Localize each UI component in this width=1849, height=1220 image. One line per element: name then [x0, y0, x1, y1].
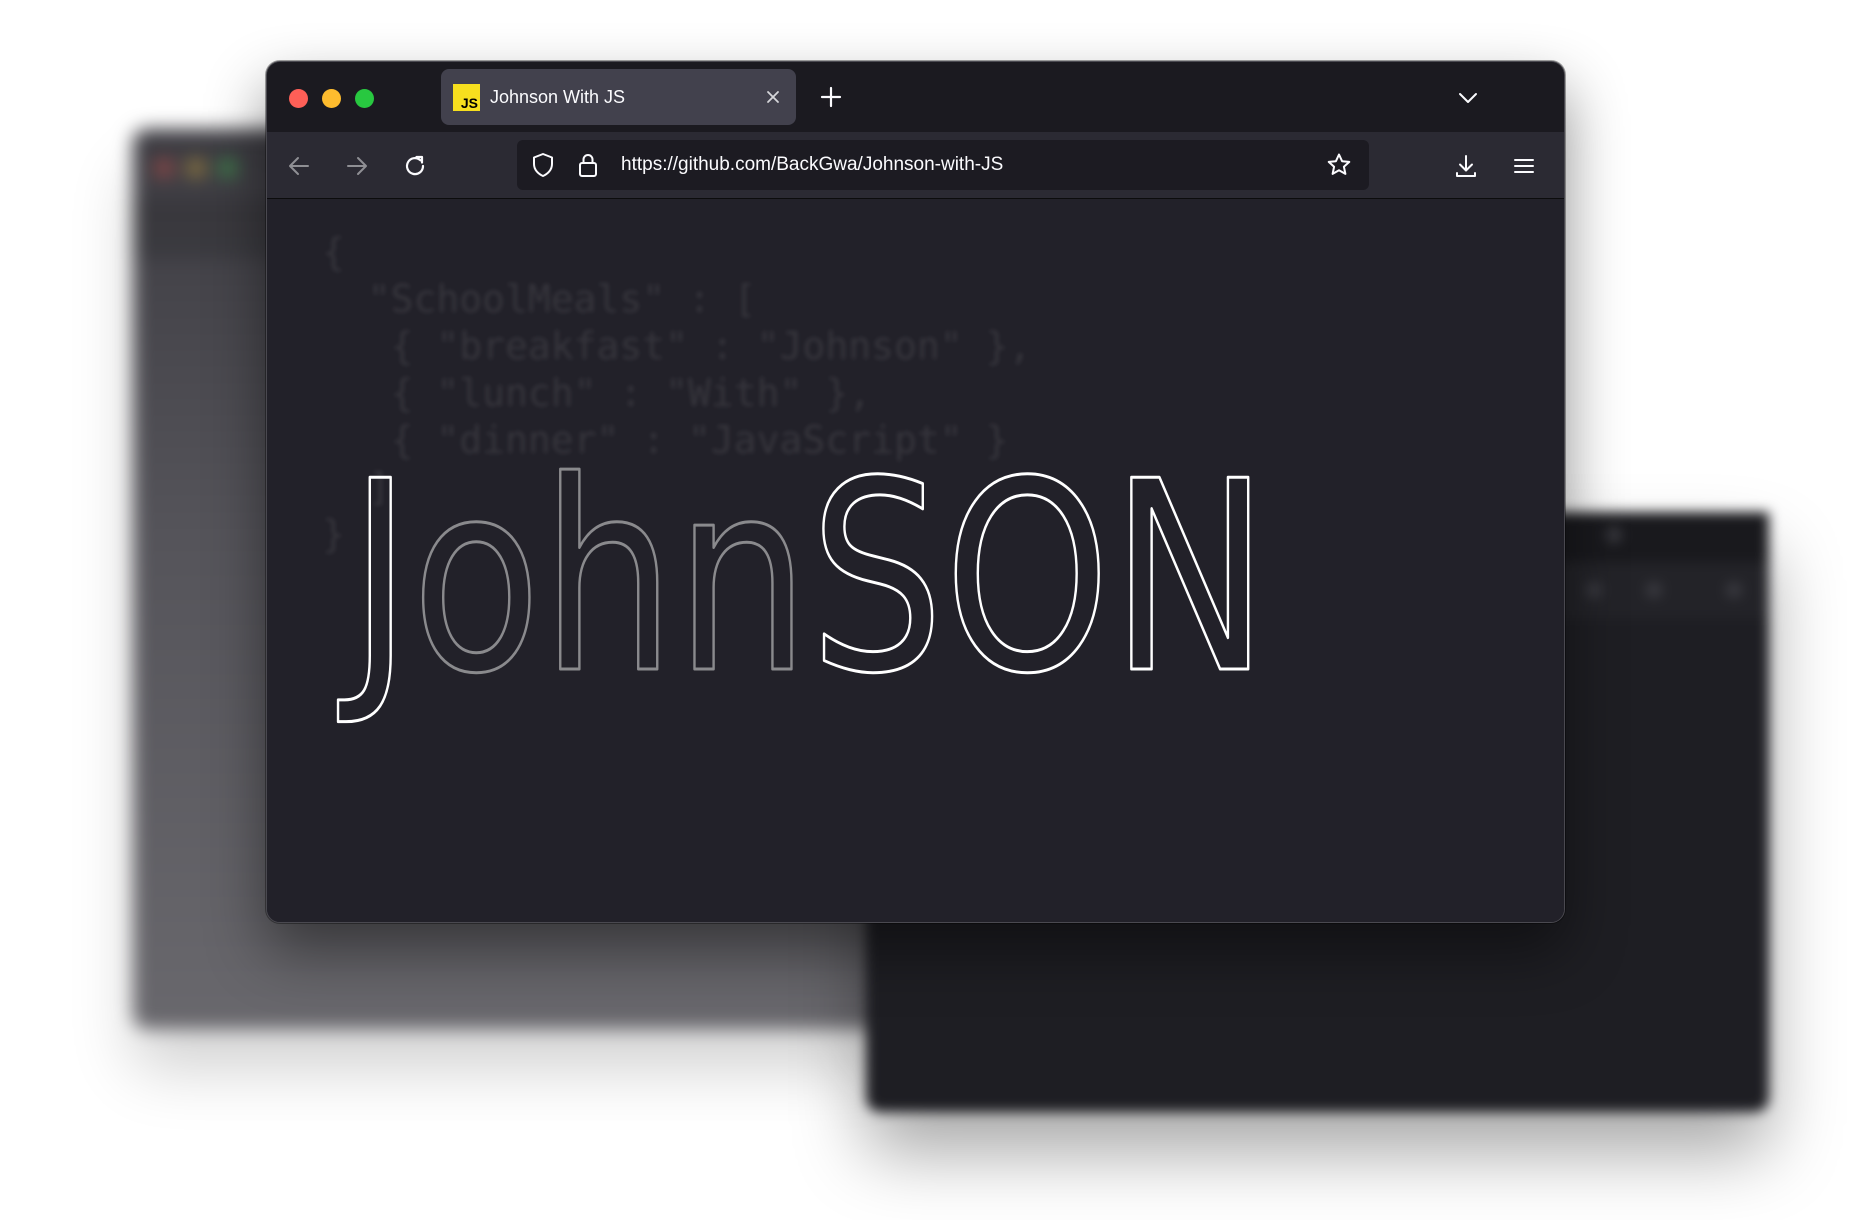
svg-text:JohnSON: JohnSON: [336, 426, 1269, 732]
minimize-window-button[interactable]: [322, 89, 341, 108]
tab-title: Johnson With JS: [490, 86, 626, 107]
close-icon: [767, 91, 779, 103]
site-info-button[interactable]: [574, 151, 602, 179]
url-text[interactable]: https://github.com/BackGwa/Johnson-with-…: [621, 154, 1003, 176]
back-icon: [289, 157, 309, 175]
navigation-toolbar: https://github.com/BackGwa/Johnson-with-…: [267, 132, 1564, 199]
app-menu-button[interactable]: [1510, 152, 1538, 180]
forward-button[interactable]: [343, 152, 371, 180]
plus-icon: [820, 86, 842, 108]
star-icon: [1327, 153, 1351, 175]
download-icon: [1456, 155, 1476, 177]
downloads-button[interactable]: [1452, 152, 1480, 180]
chevron-down-icon: [1459, 93, 1477, 103]
lock-icon: [579, 154, 597, 177]
menu-icon: [1514, 159, 1534, 173]
maximize-window-button[interactable]: [355, 89, 374, 108]
logo-part-ohn: ohn: [411, 426, 809, 732]
list-all-tabs-button[interactable]: [1456, 86, 1480, 110]
tab-johnson-with-js[interactable]: JS Johnson With JS: [441, 69, 796, 125]
close-tab-button[interactable]: [762, 86, 784, 108]
logo-part-son: SON: [809, 426, 1269, 732]
screenshot-stage: JS Johnson With JS https://github.com/Ba…: [0, 0, 1849, 1220]
browser-window: JS Johnson With JS https://github.com/Ba…: [266, 61, 1565, 923]
tab-bar: JS Johnson With JS: [267, 62, 1564, 132]
bookmark-button[interactable]: [1325, 151, 1353, 179]
shield-icon: [533, 153, 553, 177]
logo-part-j: J: [336, 426, 412, 732]
back-button[interactable]: [285, 152, 313, 180]
close-window-button[interactable]: [289, 89, 308, 108]
window-controls: [289, 89, 374, 108]
favicon-text: JS: [460, 94, 478, 111]
johnson-logo: JohnSON: [334, 425, 1270, 734]
forward-icon: [347, 157, 367, 175]
address-bar[interactable]: https://github.com/BackGwa/Johnson-with-…: [517, 140, 1369, 190]
background-window-traffic-lights: [155, 159, 237, 177]
js-favicon-icon: JS: [453, 83, 480, 111]
reload-button[interactable]: [401, 152, 429, 180]
tracking-protection-button[interactable]: [529, 151, 557, 179]
reload-icon: [405, 155, 425, 176]
new-tab-button[interactable]: [818, 84, 844, 110]
page-content: { "SchoolMeals" : [ { "breakfast" : "Joh…: [267, 199, 1564, 922]
